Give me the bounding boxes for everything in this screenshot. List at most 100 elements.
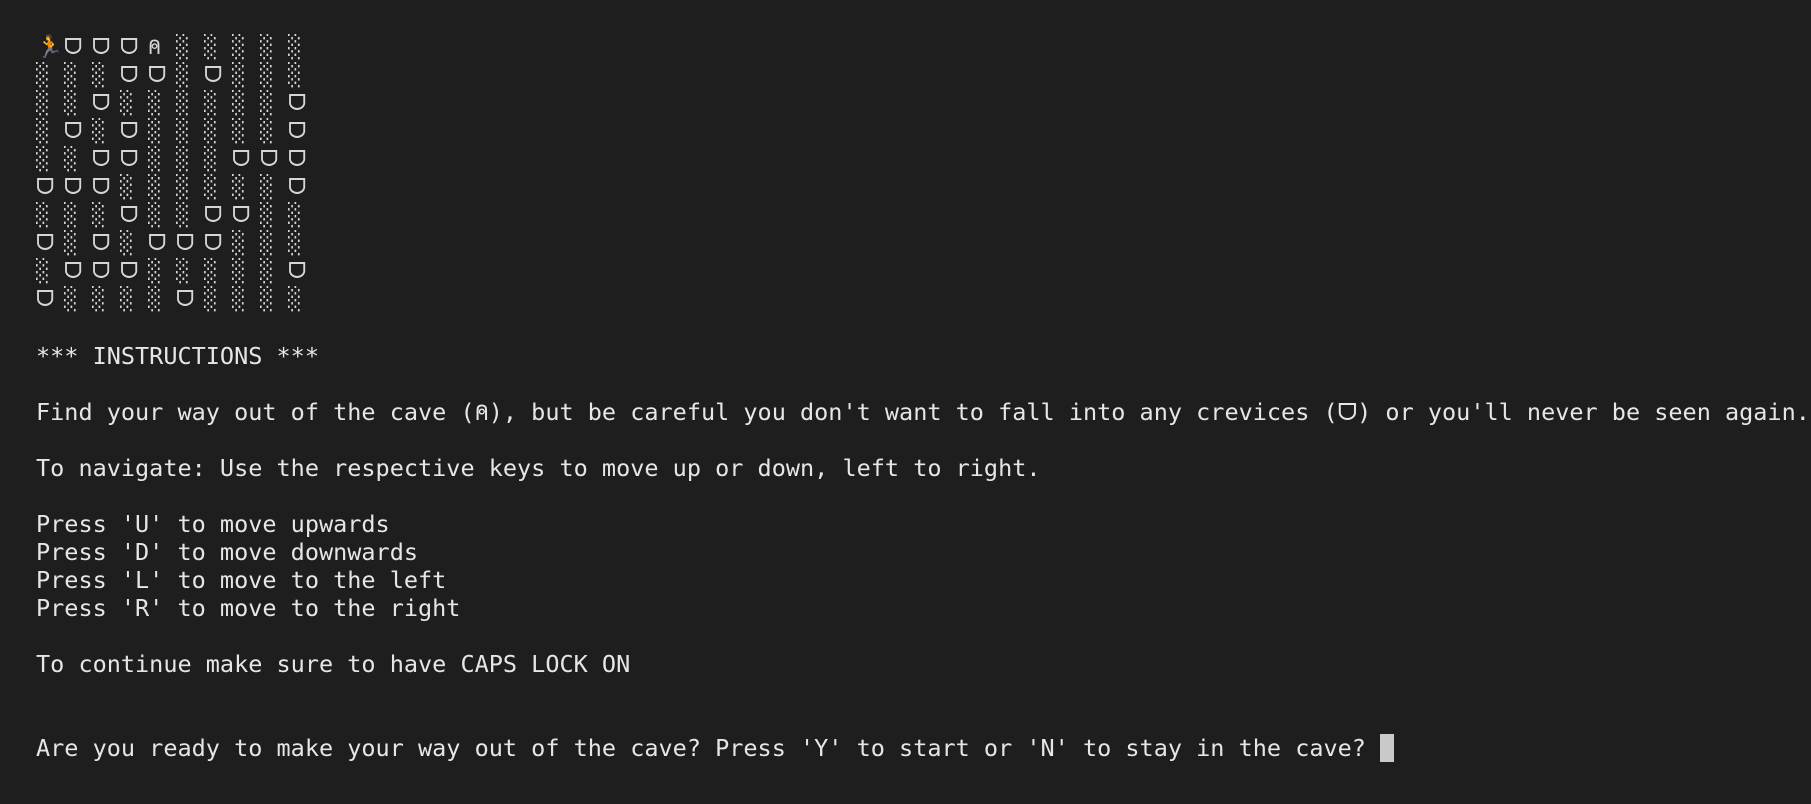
terminal-window[interactable]: 🏃 ᗜ ᗜ ᗜ ⍝ ░ ░ ░ ░ ░ ░ ░ ░ ᗜ ᗜ ░ ᗜ ░ ░ ░ ░ ░ ᗜ ░ ░ ░ ░ ░ ░ ᗜ ░ ᗜ ░ ᗜ ░ ░ ░ ░ ░ ᗜ…: [36, 34, 1811, 804]
floor-tile-icon: ░: [204, 259, 218, 284]
instructions-heading: *** INSTRUCTIONS ***: [36, 342, 319, 370]
navigate-instruction: To navigate: Use the respective keys to …: [36, 454, 1041, 482]
crevice-icon: ᗜ: [260, 147, 279, 172]
floor-tile-icon: ░: [92, 63, 106, 88]
floor-tile-icon: ░: [176, 147, 190, 172]
text-cursor[interactable]: [1379, 734, 1394, 762]
crevice-icon: ᗜ: [64, 119, 83, 144]
crevice-icon: ᗜ: [148, 63, 167, 88]
floor-tile-icon: ░: [120, 287, 134, 312]
floor-tile-icon: ░: [260, 287, 274, 312]
floor-tile-icon: ░: [36, 147, 50, 172]
crevice-icon: ᗜ: [92, 147, 111, 172]
floor-tile-icon: ░: [204, 119, 218, 144]
floor-tile-icon: ░: [176, 35, 190, 60]
floor-tile-icon: ░: [176, 259, 190, 284]
floor-tile-icon: ░: [176, 203, 190, 228]
crevice-icon: ᗜ: [92, 259, 111, 284]
crevice-icon: ᗜ: [204, 203, 223, 228]
floor-tile-icon: ░: [148, 287, 162, 312]
floor-tile-icon: ░: [260, 259, 274, 284]
floor-tile-icon: ░: [260, 203, 274, 228]
floor-tile-icon: ░: [204, 35, 218, 60]
crevice-icon: ᗜ: [288, 147, 307, 172]
floor-tile-icon: ░: [148, 203, 162, 228]
crevice-icon: ᗜ: [176, 287, 195, 312]
crevice-icon: ᗜ: [36, 175, 55, 200]
floor-tile-icon: ░: [92, 287, 106, 312]
floor-tile-icon: ░: [120, 175, 134, 200]
floor-tile-icon: ░: [176, 91, 190, 116]
crevice-icon: ᗜ: [288, 91, 307, 116]
floor-tile-icon: ░: [260, 63, 274, 88]
crevice-icon: ᗜ: [288, 119, 307, 144]
floor-tile-icon: ░: [260, 119, 274, 144]
floor-tile-icon: ░: [232, 63, 246, 88]
floor-tile-icon: ░: [92, 119, 106, 144]
floor-tile-icon: ░: [92, 203, 106, 228]
crevice-icon: ᗜ: [64, 175, 83, 200]
floor-tile-icon: ░: [232, 35, 246, 60]
crevice-icon: ᗜ: [176, 231, 195, 256]
crevice-icon: ᗜ: [120, 63, 139, 88]
floor-tile-icon: ░: [176, 63, 190, 88]
crevice-icon: ᗜ: [204, 231, 223, 256]
key-instruction-up: Press 'U' to move upwards: [36, 510, 390, 538]
floor-tile-icon: ░: [36, 91, 50, 116]
crevice-icon: ᗜ: [64, 259, 83, 284]
crevice-icon: ᗜ: [120, 35, 139, 60]
crevice-icon: ᗜ: [204, 63, 223, 88]
key-instruction-right: Press 'R' to move to the right: [36, 594, 461, 622]
caps-lock-note: To continue make sure to have CAPS LOCK …: [36, 650, 631, 678]
crevice-icon: ᗜ: [288, 259, 307, 284]
crevice-icon: ᗜ: [120, 203, 139, 228]
crevice-icon: ᗜ: [232, 147, 251, 172]
floor-tile-icon: ░: [288, 287, 302, 312]
floor-tile-icon: ░: [64, 231, 78, 256]
floor-tile-icon: ░: [148, 175, 162, 200]
prompt-row[interactable]: Are you ready to make your way out of th…: [36, 734, 1811, 762]
floor-tile-icon: ░: [176, 175, 190, 200]
floor-tile-icon: ░: [260, 175, 274, 200]
floor-tile-icon: ░: [148, 259, 162, 284]
floor-tile-icon: ░: [36, 259, 50, 284]
floor-tile-icon: ░: [204, 175, 218, 200]
crevice-icon: ᗜ: [36, 231, 55, 256]
runner-icon: 🏃: [36, 35, 64, 60]
floor-tile-icon: ░: [260, 35, 274, 60]
floor-tile-icon: ░: [260, 231, 274, 256]
crevice-icon: ᗜ: [64, 35, 83, 60]
floor-tile-icon: ░: [232, 287, 246, 312]
floor-tile-icon: ░: [64, 287, 78, 312]
floor-tile-icon: ░: [148, 119, 162, 144]
key-instruction-left: Press 'L' to move to the left: [36, 566, 447, 594]
crevice-icon: ᗜ: [288, 175, 307, 200]
floor-tile-icon: ░: [64, 63, 78, 88]
instructions-intro: Find your way out of the cave (⍝), but b…: [36, 398, 1810, 426]
floor-tile-icon: ░: [64, 147, 78, 172]
floor-tile-icon: ░: [36, 203, 50, 228]
floor-tile-icon: ░: [288, 203, 302, 228]
crevice-icon: ᗜ: [92, 35, 111, 60]
floor-tile-icon: ░: [120, 231, 134, 256]
crevice-icon: ᗜ: [120, 147, 139, 172]
floor-tile-icon: ░: [204, 147, 218, 172]
crevice-icon: ᗜ: [92, 231, 111, 256]
crevice-icon: ᗜ: [36, 287, 55, 312]
floor-tile-icon: ░: [288, 35, 302, 60]
crevice-icon: ᗜ: [92, 91, 111, 116]
floor-tile-icon: ░: [288, 63, 302, 88]
cave-exit-icon: ⍝: [148, 35, 162, 60]
floor-tile-icon: ░: [36, 63, 50, 88]
floor-tile-icon: ░: [232, 259, 246, 284]
crevice-icon: ᗜ: [120, 119, 139, 144]
floor-tile-icon: ░: [64, 203, 78, 228]
crevice-icon: ᗜ: [120, 259, 139, 284]
floor-tile-icon: ░: [288, 231, 302, 256]
